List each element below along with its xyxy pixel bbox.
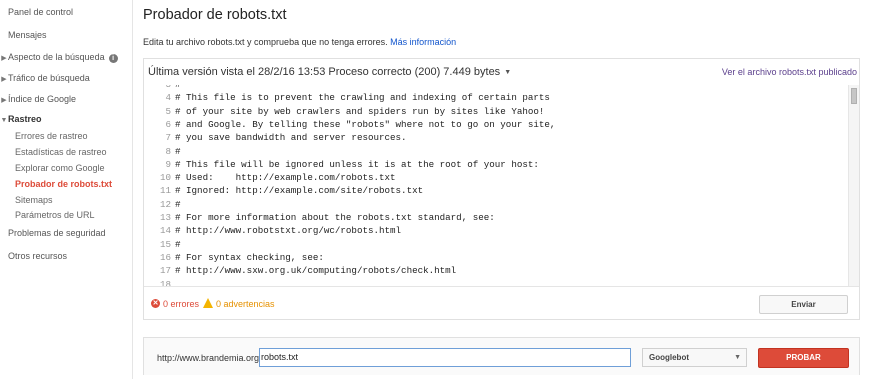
expand-arrow-icon: ▶	[1, 97, 7, 104]
sidebar-item-rastreo[interactable]: ▼Rastreo	[0, 114, 42, 124]
line-number: 4	[165, 92, 171, 104]
line-text: # you save bandwidth and server resource…	[175, 132, 407, 144]
selected-bot: Googlebot	[649, 353, 689, 362]
sidebar-item-otros-recursos[interactable]: Otros recursos	[8, 251, 67, 261]
warning-triangle-icon	[203, 298, 213, 308]
sidebar-item-trafico-busqueda[interactable]: ▶Tráfico de búsqueda	[0, 73, 90, 83]
line-text: # This file is to prevent the crawling a…	[175, 92, 550, 104]
line-number: 6	[165, 118, 171, 130]
sidebar-item-label: Rastreo	[8, 114, 42, 124]
line-number: 16	[159, 251, 171, 263]
code-line: 13 # For more information about the robot…	[144, 211, 844, 224]
url-test-bar: http://www.brandemia.org/ robots.txt Goo…	[143, 337, 860, 375]
code-line: 15 #	[144, 238, 844, 251]
version-selector[interactable]: Última versión vista el 28/2/16 13:53 Pr…	[148, 66, 511, 78]
line-number: 18	[159, 278, 171, 287]
code-line: 10 # Used: http://example.com/robots.txt	[144, 171, 844, 184]
line-text: # For syntax checking, see:	[175, 251, 324, 263]
code-line: 12 #	[144, 198, 844, 211]
code-line: 11 # Ignored: http://example.com/site/rob…	[144, 184, 844, 197]
sidebar-item-parametros-url[interactable]: Parámetros de URL	[15, 210, 95, 220]
code-line: 8 #	[144, 145, 844, 158]
code-line: 17 # http://www.sxw.org.uk/computing/robo…	[144, 264, 844, 277]
main-content: Probador de robots.txt Edita tu archivo …	[143, 0, 870, 379]
line-text: #	[175, 198, 181, 210]
scrollbar-thumb[interactable]	[851, 88, 857, 104]
line-number: 10	[159, 172, 171, 184]
sidebar-item-estadisticas-rastreo[interactable]: Estadísticas de rastreo	[15, 147, 107, 157]
sidebar-item-label: Tráfico de búsqueda	[8, 73, 90, 83]
x-circle-icon: ✕	[151, 299, 160, 308]
sidebar-item-sitemaps[interactable]: Sitemaps	[15, 195, 53, 205]
sidebar-item-label: Índice de Google	[8, 94, 77, 104]
code-line: 3#	[144, 85, 844, 91]
errors-count: 0 errores	[163, 299, 200, 309]
submit-button[interactable]: Enviar	[759, 295, 848, 314]
sidebar-item-probador-robots[interactable]: Probador de robots.txt	[15, 179, 112, 189]
line-text: #	[175, 85, 181, 90]
code-line: 7 # you save bandwidth and server resourc…	[144, 131, 844, 144]
line-number: 9	[165, 158, 171, 170]
line-number: 13	[159, 212, 171, 223]
collapse-arrow-icon: ▼	[0, 117, 8, 124]
page-subtitle: Edita tu archivo robots.txt y comprueba …	[143, 37, 456, 47]
line-text: # and Google. By telling these "robots" …	[175, 118, 556, 130]
url-prefix: http://www.brandemia.org/	[157, 353, 262, 363]
expand-arrow-icon: ▶	[1, 76, 7, 83]
view-published-link[interactable]: Ver el archivo robots.txt publicado	[722, 67, 857, 77]
expand-arrow-icon: ▶	[1, 55, 7, 62]
line-text: # For more information about the robots.…	[175, 212, 495, 223]
line-number: 15	[159, 238, 171, 250]
warnings-count: 0 advertencias	[216, 299, 275, 309]
line-number: 11	[159, 185, 171, 197]
robots-editor-panel: Última versión vista el 28/2/16 13:53 Pr…	[143, 58, 860, 320]
code-line: 9 # This file will be ignored unless it i…	[144, 158, 844, 171]
editor-scrollbar[interactable]	[848, 85, 859, 286]
line-text: # of your site by web crawlers and spide…	[175, 105, 545, 117]
line-number: 3	[144, 85, 175, 91]
line-text: # http://www.sxw.org.uk/computing/robots…	[175, 265, 457, 277]
sidebar-item-problemas-seguridad[interactable]: Problemas de seguridad	[8, 228, 106, 238]
line-text: # This file will be ignored unless it is…	[175, 158, 539, 170]
code-lines: 3#4# This file is to prevent the crawlin…	[144, 85, 848, 286]
user-agent-select[interactable]: Googlebot ▼	[642, 348, 747, 367]
line-text: # Used: http://example.com/robots.txt	[175, 172, 396, 184]
version-text: Última versión vista el 28/2/16 13:53 Pr…	[148, 66, 501, 78]
sidebar-item-mensajes[interactable]: Mensajes	[8, 30, 47, 40]
code-line: 4 # This file is to prevent the crawling …	[144, 91, 844, 104]
sidebar-item-indice-google[interactable]: ▶Índice de Google	[0, 94, 76, 104]
line-text: # http://www.robotstxt.org/wc/robots.htm…	[175, 225, 402, 237]
code-line: 16 # For syntax checking, see:	[144, 251, 844, 264]
test-button[interactable]: PROBAR	[758, 348, 849, 368]
code-line: 14 # http://www.robotstxt.org/wc/robots.h…	[144, 224, 844, 237]
sidebar-nav: Panel de control Mensajes ▶Aspecto de la…	[0, 0, 133, 379]
line-text: #	[175, 238, 181, 250]
code-line: 18	[144, 278, 844, 287]
line-number: 12	[159, 198, 171, 210]
info-icon[interactable]: i	[108, 54, 118, 63]
code-line: 5 # of your site by web crawlers and spid…	[144, 105, 844, 118]
line-text: #	[175, 145, 181, 157]
line-number: 17	[159, 265, 171, 277]
line-text: # Ignored: http://example.com/site/robot…	[175, 185, 424, 197]
page-title: Probador de robots.txt	[143, 7, 287, 23]
sidebar-item-aspecto-busqueda[interactable]: ▶Aspecto de la búsqueda i	[0, 52, 118, 63]
line-number: 14	[159, 225, 171, 237]
line-number: 5	[165, 105, 171, 117]
code-line: 6 # and Google. By telling these "robots"…	[144, 118, 844, 131]
subtitle-text: Edita tu archivo robots.txt y comprueba …	[143, 37, 388, 47]
line-number: 8	[165, 145, 171, 157]
url-path-input[interactable]: robots.txt	[259, 348, 631, 367]
more-info-link[interactable]: Más información	[390, 37, 456, 47]
code-editor[interactable]: 3#4# This file is to prevent the crawlin…	[144, 85, 859, 286]
sidebar-item-label: Aspecto de la búsqueda	[8, 52, 105, 62]
line-number: 7	[165, 132, 171, 144]
chevron-down-icon: ▼	[734, 354, 741, 361]
validation-footer: ✕ 0 errores 0 advertencias Enviar	[144, 286, 859, 319]
sidebar-item-panel-de-control[interactable]: Panel de control	[8, 7, 73, 17]
sidebar-item-errores-rastreo[interactable]: Errores de rastreo	[15, 131, 88, 141]
chevron-down-icon: ▼	[504, 69, 512, 76]
sidebar-item-explorar-google[interactable]: Explorar como Google	[15, 163, 105, 173]
